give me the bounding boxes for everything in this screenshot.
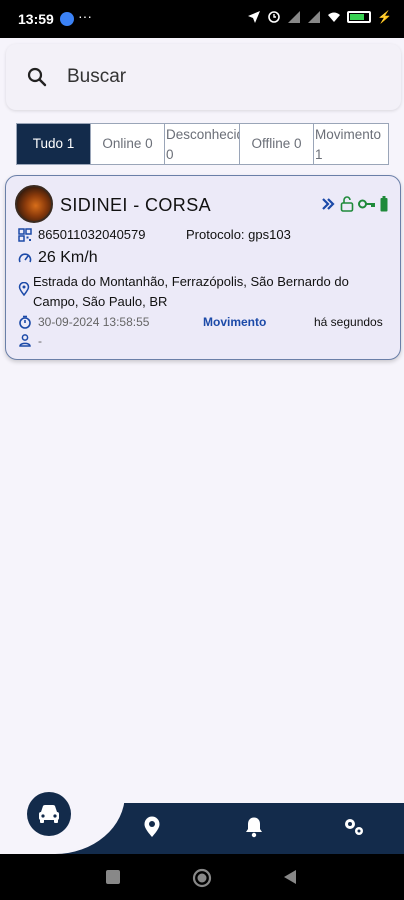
location-pin-icon	[144, 816, 160, 837]
settings-gears-icon	[345, 819, 363, 835]
timer-icon	[19, 315, 31, 329]
speedometer-icon	[18, 253, 32, 263]
vehicle-card[interactable]: SIDINEI - CORSA 865011032040579 Protocol…	[5, 175, 401, 360]
lock-open-icon	[340, 196, 354, 212]
tab-online[interactable]: Online 0	[91, 124, 165, 164]
charging-icon: ⚡	[377, 10, 392, 24]
nav-settings-button[interactable]	[342, 815, 366, 839]
app-notification-icon	[60, 12, 74, 26]
last-position-time: 30-09-2024 13:58:55	[38, 315, 150, 329]
tab-unknown[interactable]: Desconhecido 0	[165, 124, 240, 164]
movement-status: Movimento	[203, 315, 267, 329]
nav-vehicles-button[interactable]	[27, 792, 71, 836]
signal-icon-2	[308, 11, 321, 23]
filter-tabs: Tudo 1 Online 0 Desconhecido 0 Offline 0…	[16, 123, 389, 165]
recent-apps-icon[interactable]	[104, 868, 122, 886]
back-icon[interactable]	[282, 868, 298, 886]
vehicle-speed: 26 Km/h	[38, 249, 98, 266]
nav-notifications-button[interactable]	[242, 815, 266, 839]
last-update-relative: há segundos	[314, 315, 383, 329]
car-icon	[39, 805, 59, 823]
battery-icon	[347, 11, 372, 23]
tab-movement[interactable]: Movimento 1	[314, 124, 388, 164]
nav-map-button[interactable]	[140, 815, 164, 839]
key-icon	[358, 199, 375, 209]
vehicle-protocol: Protocolo: gps103	[186, 227, 291, 242]
wifi-icon	[328, 12, 341, 22]
vehicle-status-icons	[322, 196, 388, 212]
vehicle-address: Estrada do Montanhão, Ferrazópolis, São …	[33, 274, 349, 309]
alarm-icon	[268, 11, 280, 23]
qr-code-icon	[18, 228, 32, 242]
search-input[interactable]: Buscar	[67, 66, 126, 88]
vehicle-imei: 865011032040579	[38, 227, 146, 242]
double-chevron-icon	[322, 198, 335, 210]
tab-offline[interactable]: Offline 0	[240, 124, 314, 164]
search-icon	[27, 67, 47, 87]
search-bar[interactable]: Buscar	[6, 44, 401, 110]
signal-icon	[288, 11, 301, 23]
vehicle-name: SIDINEI - CORSA	[60, 195, 212, 215]
system-navigation-bar	[0, 854, 404, 900]
location-pin-icon	[18, 282, 30, 296]
tab-all[interactable]: Tudo 1	[17, 124, 91, 164]
battery-icon	[380, 196, 388, 212]
more-notifications-icon: ···	[78, 8, 92, 24]
status-time: 13:59	[18, 11, 54, 27]
home-icon[interactable]	[192, 868, 212, 888]
system-status-icons: ⚡	[247, 10, 392, 24]
status-bar: 13:59 ··· ⚡	[0, 0, 404, 38]
navigation-arrow-icon	[248, 11, 261, 23]
driver-icon	[19, 334, 31, 347]
vehicle-avatar	[15, 185, 53, 223]
bell-icon	[246, 817, 262, 838]
driver-name: -	[38, 334, 42, 348]
